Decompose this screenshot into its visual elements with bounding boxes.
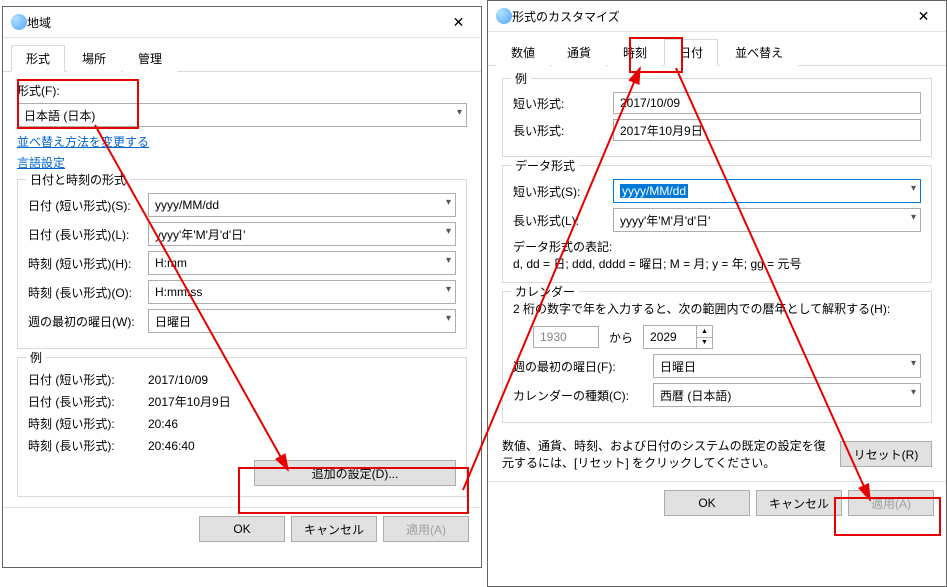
- short-data-label: 短い形式(S):: [513, 183, 613, 200]
- chevron-down-icon: ▾: [446, 255, 451, 266]
- ex-long-date-value: 2017年10月9日: [148, 393, 231, 410]
- ex-long-date-label: 日付 (長い形式):: [28, 393, 148, 410]
- short-date-label: 日付 (短い形式)(S):: [28, 197, 148, 214]
- chevron-down-icon: ▾: [446, 313, 451, 324]
- ex-short-time-value: 20:46: [148, 417, 178, 431]
- calendar-group: カレンダー 2 桁の数字で年を入力すると、次の範囲内での暦年として解釈する(H)…: [502, 291, 932, 423]
- customize-buttons: OK キャンセル 適用(A): [488, 481, 946, 524]
- tab-number[interactable]: 数値: [496, 39, 550, 66]
- spinner-down-icon[interactable]: ▼: [696, 338, 712, 349]
- cal-type-dropdown[interactable]: 西暦 (日本語)▾: [653, 383, 921, 407]
- ok-button[interactable]: OK: [664, 490, 750, 516]
- chevron-down-icon: ▾: [457, 107, 462, 118]
- apply-button[interactable]: 適用(A): [383, 516, 469, 542]
- tab-admin[interactable]: 管理: [123, 45, 177, 72]
- apply-button[interactable]: 適用(A): [848, 490, 934, 516]
- first-day-label: 週の最初の曜日(W):: [28, 313, 148, 330]
- ex-long-time-value: 20:46:40: [148, 439, 195, 453]
- customize-titlebar: 形式のカスタマイズ ✕: [488, 1, 946, 32]
- sort-method-link[interactable]: 並べ替え方法を変更する: [17, 135, 149, 149]
- chevron-down-icon: ▾: [911, 183, 916, 194]
- close-icon[interactable]: ✕: [901, 1, 946, 31]
- tab-sort[interactable]: 並べ替え: [720, 39, 798, 66]
- reset-button[interactable]: リセット(R): [840, 441, 932, 467]
- reset-text: 数値、通貨、時刻、および日付のシステムの既定の設定を復元するには、[リセット] …: [502, 437, 840, 471]
- long-format-value: 2017年10月9日: [613, 119, 921, 141]
- datetime-format-group: 日付と時刻の形式 日付 (短い形式)(S):yyyy/MM/dd▾ 日付 (長い…: [17, 179, 467, 349]
- close-icon[interactable]: ✕: [436, 7, 481, 37]
- short-format-label: 短い形式:: [513, 95, 613, 112]
- tab-location[interactable]: 場所: [67, 45, 121, 72]
- year-from-value: 1930: [533, 326, 599, 348]
- globe-icon: [496, 8, 512, 24]
- short-date-dropdown[interactable]: yyyy/MM/dd▾: [148, 193, 456, 217]
- year-from-suffix: から: [609, 329, 633, 346]
- region-title: 地域: [27, 14, 436, 31]
- customize-dialog: 形式のカスタマイズ ✕ 数値 通貨 時刻 日付 並べ替え 例 短い形式:2017…: [487, 0, 947, 587]
- ok-button[interactable]: OK: [199, 516, 285, 542]
- customize-tabs: 数値 通貨 時刻 日付 並べ替え: [488, 32, 946, 66]
- ex-short-date-value: 2017/10/09: [148, 373, 208, 387]
- datetime-format-legend: 日付と時刻の形式: [26, 171, 130, 188]
- long-time-label: 時刻 (長い形式)(O):: [28, 284, 148, 301]
- long-time-dropdown[interactable]: H:mm:ss▾: [148, 280, 456, 304]
- short-data-dropdown[interactable]: yyyy/MM/dd▾: [613, 179, 921, 203]
- cal-type-label: カレンダーの種類(C):: [513, 387, 653, 404]
- format-label: 形式(F):: [17, 82, 60, 99]
- region-dialog: 地域 ✕ 形式 場所 管理 形式(F): 日本語 (日本) ▾ 並べ替え方法を変…: [2, 6, 482, 568]
- long-date-dropdown[interactable]: yyyy'年'M'月'd'日'▾: [148, 222, 456, 246]
- chevron-down-icon: ▾: [446, 197, 451, 208]
- spinner-up-icon[interactable]: ▲: [696, 326, 712, 338]
- region-titlebar: 地域 ✕: [3, 7, 481, 38]
- long-format-label: 長い形式:: [513, 122, 613, 139]
- short-format-value: 2017/10/09: [613, 92, 921, 114]
- short-time-label: 時刻 (短い形式)(H):: [28, 255, 148, 272]
- custom-example-group: 例 短い形式:2017/10/09 長い形式:2017年10月9日: [502, 78, 932, 157]
- data-format-group: データ形式 短い形式(S):yyyy/MM/dd▾ 長い形式(L):yyyy'年…: [502, 165, 932, 283]
- format-dropdown[interactable]: 日本語 (日本) ▾: [17, 103, 467, 127]
- notation-label: データ形式の表記:: [513, 238, 921, 255]
- first-day-dropdown[interactable]: 日曜日▾: [148, 309, 456, 333]
- cancel-button[interactable]: キャンセル: [756, 490, 842, 516]
- short-time-dropdown[interactable]: H:mm▾: [148, 251, 456, 275]
- ex-long-time-label: 時刻 (長い形式):: [28, 437, 148, 454]
- example-group: 例 日付 (短い形式):2017/10/09 日付 (長い形式):2017年10…: [17, 357, 467, 497]
- globe-icon: [11, 14, 27, 30]
- long-data-dropdown[interactable]: yyyy'年'M'月'd'日'▾: [613, 208, 921, 232]
- data-format-legend: データ形式: [511, 157, 579, 174]
- long-data-label: 長い形式(L):: [513, 212, 613, 229]
- calendar-legend: カレンダー: [511, 283, 579, 300]
- region-tabs: 形式 場所 管理: [3, 38, 481, 72]
- chevron-down-icon: ▾: [911, 387, 916, 398]
- notation-text: d, dd = 日; ddd, dddd = 曜日; M = 月; y = 年;…: [513, 255, 921, 272]
- chevron-down-icon: ▾: [911, 212, 916, 223]
- tab-currency[interactable]: 通貨: [552, 39, 606, 66]
- chevron-down-icon: ▾: [911, 358, 916, 369]
- chevron-down-icon: ▾: [446, 284, 451, 295]
- tab-date[interactable]: 日付: [664, 39, 718, 66]
- language-settings-link[interactable]: 言語設定: [17, 156, 65, 170]
- ex-short-time-label: 時刻 (短い形式):: [28, 415, 148, 432]
- cal-first-day-label: 週の最初の曜日(F):: [513, 358, 653, 375]
- custom-example-legend: 例: [511, 70, 531, 87]
- cancel-button[interactable]: キャンセル: [291, 516, 377, 542]
- year-to-spinner[interactable]: 2029▲▼: [643, 325, 713, 349]
- additional-settings-button[interactable]: 追加の設定(D)...: [254, 460, 456, 486]
- tab-format[interactable]: 形式: [11, 45, 65, 72]
- chevron-down-icon: ▾: [446, 226, 451, 237]
- long-date-label: 日付 (長い形式)(L):: [28, 226, 148, 243]
- tab-time[interactable]: 時刻: [608, 39, 662, 66]
- example-legend: 例: [26, 349, 46, 366]
- cal-first-day-dropdown[interactable]: 日曜日▾: [653, 354, 921, 378]
- ex-short-date-label: 日付 (短い形式):: [28, 371, 148, 388]
- calendar-text: 2 桁の数字で年を入力すると、次の範囲内での暦年として解釈する(H):: [513, 300, 921, 317]
- customize-title: 形式のカスタマイズ: [512, 8, 901, 25]
- region-buttons: OK キャンセル 適用(A): [3, 507, 481, 550]
- format-value: 日本語 (日本): [24, 107, 95, 124]
